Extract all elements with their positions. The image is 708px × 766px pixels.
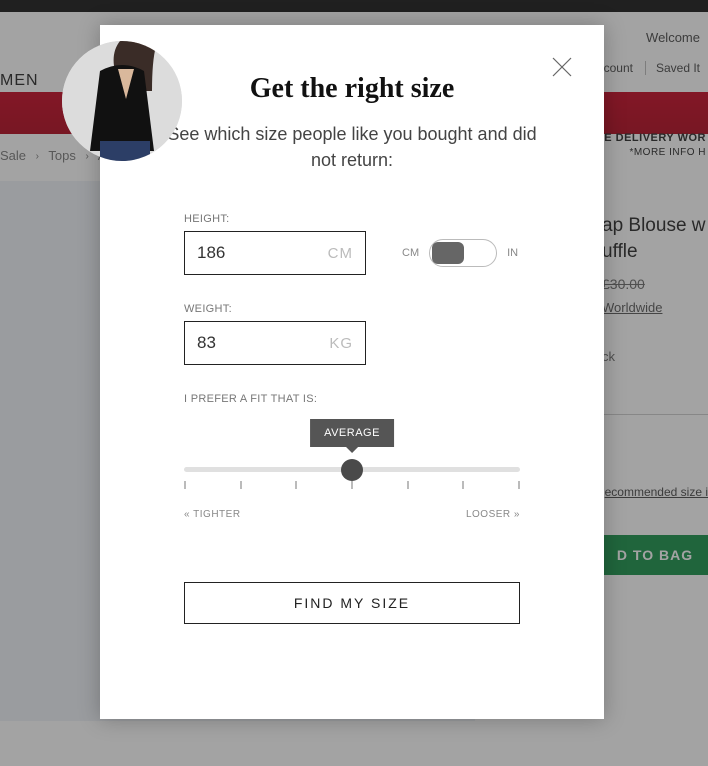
slider-ticks [184, 481, 520, 489]
close-button[interactable] [550, 55, 574, 84]
size-form: HEIGHT: CM CM IN WEIGHT: KG I PREFER A F… [100, 173, 604, 520]
weight-unit: KG [329, 335, 353, 352]
slider-thumb[interactable] [341, 459, 363, 481]
height-unit: CM [328, 245, 353, 262]
find-size-button[interactable]: FIND MY SIZE [184, 582, 520, 624]
unit-cm-label: CM [402, 247, 419, 259]
height-input[interactable] [197, 243, 277, 263]
close-icon [550, 55, 574, 79]
fit-slider[interactable]: AVERAGE [184, 431, 520, 501]
unit-toggle-group: CM IN [402, 239, 518, 267]
fit-label: I PREFER A FIT THAT IS: [184, 393, 520, 405]
weight-input-wrap[interactable]: KG [184, 321, 366, 365]
size-modal: Get the right size See which size people… [100, 25, 604, 719]
height-input-wrap[interactable]: CM [184, 231, 366, 275]
unit-in-label: IN [507, 247, 518, 259]
weight-input[interactable] [197, 333, 277, 353]
avatar-figure-icon [62, 41, 182, 161]
slider-looser-label: LOOSER » [466, 509, 520, 520]
slider-tighter-label: « TIGHTER [184, 509, 241, 520]
unit-toggle[interactable] [429, 239, 497, 267]
toggle-knob [432, 242, 464, 264]
weight-label: WEIGHT: [184, 303, 520, 315]
slider-tooltip: AVERAGE [310, 419, 394, 447]
height-label: HEIGHT: [184, 213, 520, 225]
product-avatar [62, 41, 182, 161]
